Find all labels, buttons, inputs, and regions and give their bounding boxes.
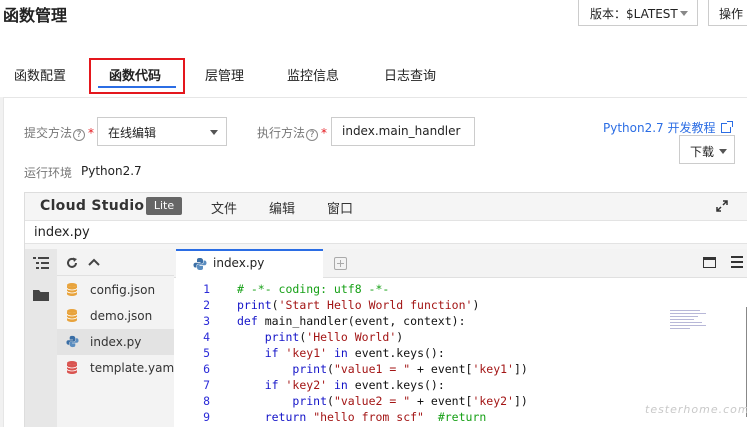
tab-bar: 函数配置 函数代码 层管理 监控信息 日志查询 <box>0 50 747 97</box>
file-tree-item[interactable]: index.py <box>57 329 174 355</box>
python-icon <box>66 335 79 348</box>
file-name: demo.json <box>90 309 153 323</box>
exec-method-label: 执行方法? * <box>257 124 327 141</box>
new-tab-icon[interactable] <box>334 257 347 270</box>
code-text: print("value2 = " + event['key2']) <box>292 394 528 408</box>
submit-method-select[interactable]: 在线编辑 <box>97 117 227 146</box>
python-icon <box>193 258 207 270</box>
exec-method-text: 执行方法 <box>257 126 306 140</box>
chevron-down-icon <box>719 149 727 154</box>
ide-menubar: Cloud Studio Lite 文件 编辑 窗口 <box>25 193 747 220</box>
submit-method-value: 在线编辑 <box>108 126 157 140</box>
required-mark: * <box>321 126 328 140</box>
code-line: 7 if 'key2' in event.keys(): <box>174 378 747 394</box>
cloud-studio-ide: Cloud Studio Lite 文件 编辑 窗口 index.py conf… <box>24 192 747 427</box>
code-text: if 'key2' in event.keys(): <box>264 378 445 392</box>
runtime-label: 运行环境 <box>24 166 73 180</box>
code-text: print('Start Hello World function') <box>237 298 480 312</box>
doc-link[interactable]: Python2.7 开发教程 <box>603 119 733 136</box>
code-line: 4 print('Hello World') <box>174 330 747 346</box>
code-line: 2 print('Start Hello World function') <box>174 298 747 314</box>
code-text: print('Hello World') <box>264 330 404 344</box>
required-mark: * <box>88 126 95 140</box>
tab-function-config[interactable]: 函数配置 <box>14 65 66 84</box>
page-title: 函数管理 <box>3 6 68 25</box>
version-select-label: 版本：$LATEST <box>590 7 678 21</box>
code-text: def main_handler(event, context): <box>237 314 466 328</box>
line-number: 4 <box>203 330 210 344</box>
line-number: 9 <box>203 410 210 424</box>
tree-toolbar <box>57 249 174 276</box>
submit-method-label: 提交方法? * <box>24 124 94 141</box>
expand-icon[interactable] <box>716 200 728 212</box>
database-icon <box>67 283 77 296</box>
doc-link-label: Python2.7 开发教程 <box>603 121 716 135</box>
chevron-down-icon <box>210 130 218 135</box>
editor-tab-label: index.py <box>213 256 265 270</box>
line-number: 3 <box>203 314 210 328</box>
submit-method-text: 提交方法 <box>24 126 73 140</box>
hamburger-menu-icon[interactable] <box>731 256 743 268</box>
file-name: template.yaml <box>90 361 178 375</box>
line-number: 5 <box>203 346 210 360</box>
tab-monitoring[interactable]: 监控信息 <box>287 65 339 84</box>
menu-edit[interactable]: 编辑 <box>269 198 295 217</box>
code-line: 6 print("value1 = " + event['key1']) <box>174 362 747 378</box>
file-path-bar: index.py <box>25 220 747 244</box>
line-number: 2 <box>203 298 210 312</box>
tab-layer-management[interactable]: 层管理 <box>205 65 244 84</box>
chevron-up-icon[interactable] <box>88 258 100 267</box>
runtime-value: Python2.7 <box>81 164 142 178</box>
top-bar: 函数管理 版本：$LATEST 操作 <box>0 0 747 50</box>
line-number: 1 <box>203 282 210 296</box>
line-number: 6 <box>203 362 210 376</box>
code-text: if 'key1' in event.keys(): <box>264 346 445 360</box>
tab-log-query[interactable]: 日志查询 <box>384 65 436 84</box>
exec-method-input[interactable]: index.main_handler <box>331 117 475 146</box>
code-text: print("value1 = " + event['key1']) <box>292 362 528 376</box>
lite-badge: Lite <box>146 197 182 215</box>
window-icon[interactable] <box>703 257 716 268</box>
watermark: testerhome.com <box>645 403 747 416</box>
tree-list-icon[interactable] <box>33 257 49 270</box>
version-select[interactable]: 版本：$LATEST <box>578 0 698 26</box>
download-label: 下载 <box>690 145 715 159</box>
highlight-box <box>89 58 185 94</box>
code-editor: index.py 1 # -*- coding: utf8 -*- 2 print('… <box>174 249 747 427</box>
file-name: config.json <box>90 283 156 297</box>
code-line: 1 # -*- coding: utf8 -*- <box>174 282 747 298</box>
file-path: index.py <box>34 225 90 240</box>
database-icon <box>67 361 77 374</box>
chevron-down-icon <box>680 11 688 16</box>
database-icon <box>67 309 77 322</box>
file-name: index.py <box>90 335 142 349</box>
code-line: 3 def main_handler(event, context): <box>174 314 747 330</box>
activity-rail <box>25 249 57 427</box>
code-text: return "hello from scf" #return <box>264 410 487 424</box>
menu-file[interactable]: 文件 <box>211 198 237 217</box>
help-icon[interactable]: ? <box>73 129 86 141</box>
menu-window[interactable]: 窗口 <box>327 198 353 217</box>
ide-logo: Cloud Studio <box>40 198 145 214</box>
code-line: 5 if 'key1' in event.keys(): <box>174 346 747 362</box>
file-tree-item[interactable]: demo.json <box>57 303 174 329</box>
file-tree-item[interactable]: template.yaml <box>57 355 178 381</box>
file-tree-item[interactable]: config.json <box>57 277 174 303</box>
editor-tab-index-py[interactable]: index.py <box>176 249 323 279</box>
operations-button[interactable]: 操作 <box>708 0 747 26</box>
code-text: # -*- coding: utf8 -*- <box>237 282 390 296</box>
external-link-icon <box>720 121 733 133</box>
folder-icon[interactable] <box>33 289 49 301</box>
refresh-icon[interactable] <box>66 257 78 269</box>
file-tree: config.json demo.json index.py template.yam… <box>57 249 178 427</box>
editor-tab-bar: index.py <box>174 249 747 279</box>
line-number: 7 <box>203 378 210 392</box>
line-number: 8 <box>203 394 210 408</box>
download-button[interactable]: 下载 <box>679 135 735 164</box>
help-icon[interactable]: ? <box>306 129 319 141</box>
